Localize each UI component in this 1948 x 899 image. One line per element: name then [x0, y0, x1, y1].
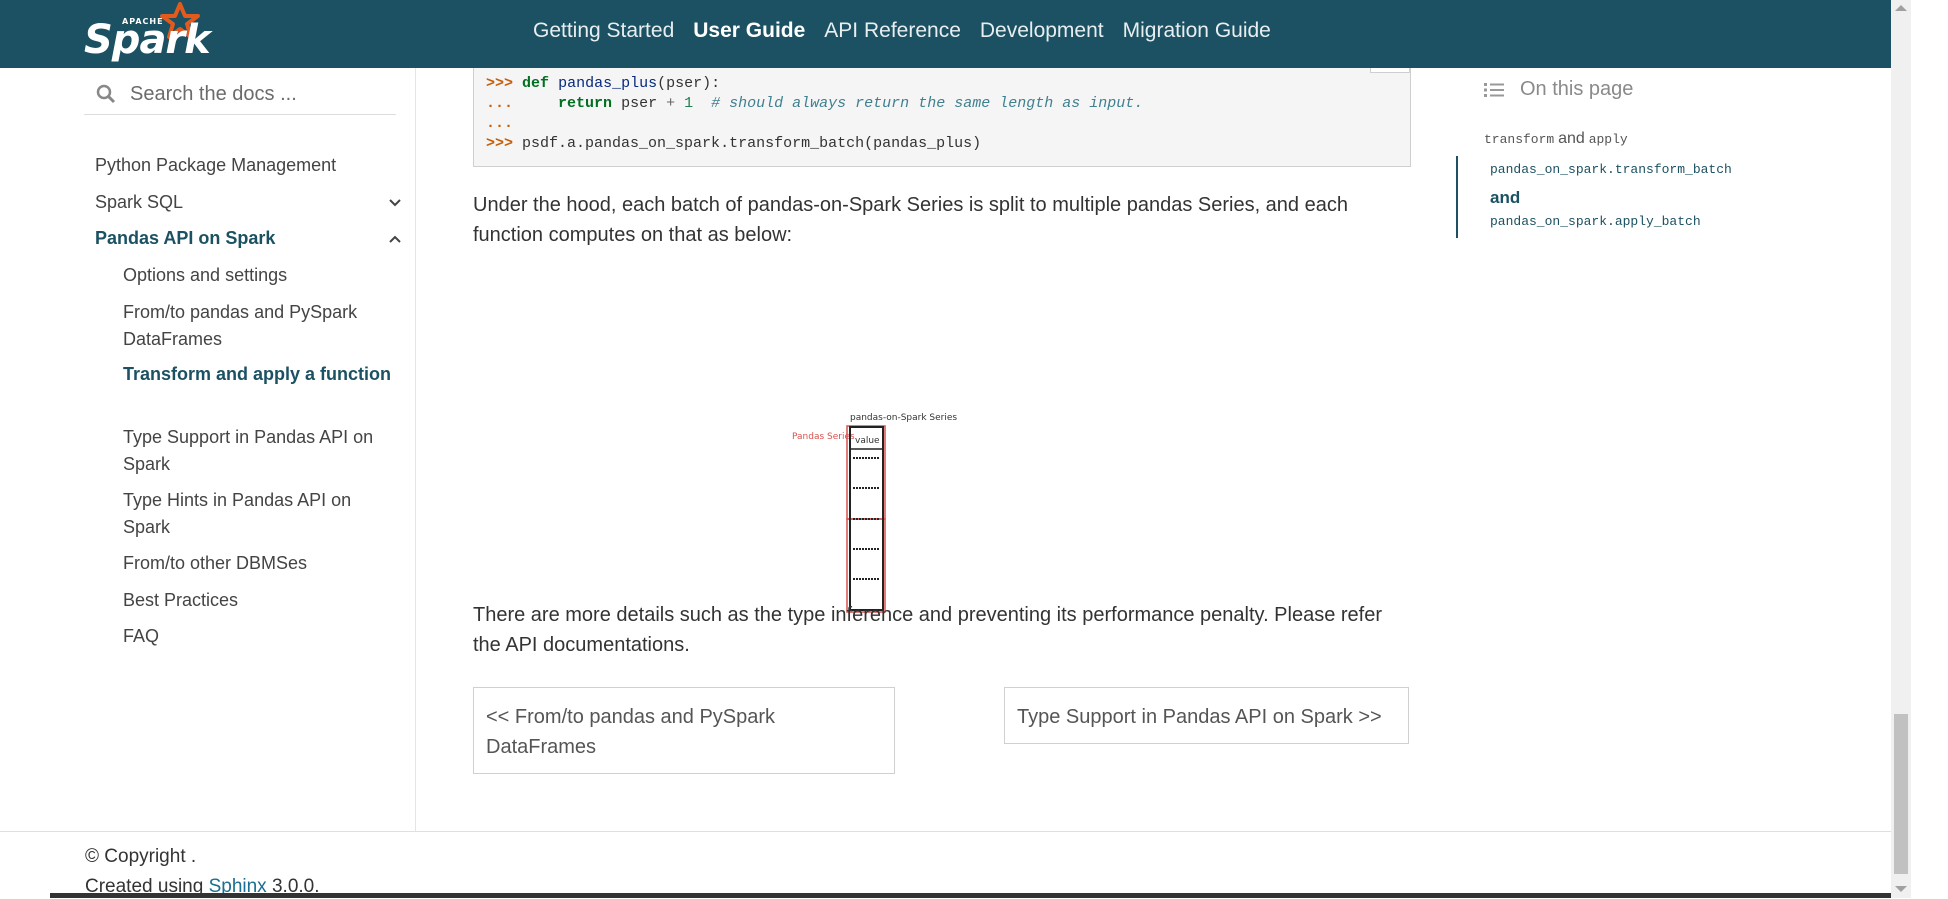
code-line-4: >>> psdf.a.pandas_on_spark.transform_bat… — [486, 135, 982, 152]
sidebar-item-spark-sql[interactable]: Spark SQL — [95, 189, 395, 216]
list-icon — [1484, 82, 1504, 97]
sidebar-item-options-and-settings[interactable]: Options and settings — [123, 262, 393, 289]
page-scrollbar[interactable] — [1891, 0, 1911, 898]
code-line-1: >>> def pandas_plus(pser): — [486, 75, 721, 92]
sidebar-item-type-support[interactable]: Type Support in Pandas API on Spark — [123, 424, 393, 478]
top-navbar: APACHE Spark Getting Started User Guide … — [0, 0, 1891, 68]
paragraph-more-details: There are more details such as the type … — [473, 604, 1383, 656]
scroll-thumb[interactable] — [1894, 714, 1908, 874]
nav-api-reference[interactable]: API Reference — [824, 18, 961, 44]
nav-migration-guide[interactable]: Migration Guide — [1123, 18, 1271, 44]
toc-item-transform-and-apply[interactable]: transform and apply — [1484, 130, 1628, 148]
sidebar-item-best-practices[interactable]: Best Practices — [123, 587, 393, 614]
on-this-page-toc: On this page transform and apply pandas_… — [1456, 68, 1756, 248]
search-box[interactable] — [84, 74, 396, 115]
search-icon — [96, 84, 116, 104]
sidebar-item-faq[interactable]: FAQ — [123, 623, 393, 650]
sidebar-item-type-hints[interactable]: Type Hints in Pandas API on Spark — [123, 487, 393, 541]
toc-and: and — [1490, 188, 1521, 207]
spark-logo[interactable]: APACHE Spark — [84, 2, 211, 64]
nav-user-guide[interactable]: User Guide — [693, 18, 805, 44]
sidebar-item-from-to-pandas[interactable]: From/to pandas and PySpark DataFrames — [123, 299, 393, 353]
copy-button[interactable] — [1370, 68, 1410, 73]
code-line-3: ... — [486, 115, 514, 132]
logo-spark-text: Spark — [84, 17, 211, 63]
scroll-up-arrow-icon[interactable] — [1895, 5, 1907, 11]
main-nav: Getting Started User Guide API Reference… — [533, 18, 1290, 44]
sidebar-item-other-dbmses[interactable]: From/to other DBMSes — [123, 550, 393, 577]
nav-getting-started[interactable]: Getting Started — [533, 18, 674, 44]
figure-column-label: value — [855, 436, 880, 446]
copyright-text: © Copyright . — [85, 846, 197, 867]
nav-development[interactable]: Development — [980, 18, 1104, 44]
code-line-2: ... return pser + 1 # should always retu… — [486, 95, 1144, 112]
batch-split-diagram: pandas-on-Spark Series Pandas Series val… — [792, 413, 957, 613]
prev-page-button[interactable]: << From/to pandas and PySpark DataFrames — [473, 687, 895, 774]
toc-heading: On this page — [1484, 78, 1633, 101]
code-block: >>> def pandas_plus(pser): ... return ps… — [473, 68, 1411, 167]
toc-apply-batch[interactable]: pandas_on_spark.apply_batch — [1490, 214, 1701, 229]
sidebar-item-pandas-api-on-spark[interactable]: Pandas API on Spark — [95, 225, 395, 252]
left-sidebar: Python Package Management Spark SQL Pand… — [0, 68, 416, 831]
chevron-down-icon[interactable] — [388, 198, 402, 208]
figure-side-label: Pandas Series — [792, 432, 855, 442]
scroll-down-arrow-icon[interactable] — [1895, 886, 1907, 892]
figure-title: pandas-on-Spark Series — [850, 413, 957, 423]
sidebar-item-transform-and-apply[interactable]: Transform and apply a function — [123, 361, 393, 388]
page-footer: © Copyright . Created using Sphinx 3.0.0… — [0, 831, 1891, 899]
chevron-up-icon[interactable] — [388, 234, 402, 244]
toc-transform-batch[interactable]: pandas_on_spark.transform_batch — [1490, 162, 1732, 177]
paragraph-under-the-hood: Under the hood, each batch of pandas-on-… — [473, 194, 1348, 246]
toc-heading-text: On this page — [1520, 78, 1634, 100]
sidebar-item-python-package-management[interactable]: Python Package Management — [95, 152, 395, 179]
next-page-button[interactable]: Type Support in Pandas API on Spark >> — [1004, 687, 1409, 744]
bottom-bar — [50, 893, 1891, 898]
toc-item-batch[interactable]: pandas_on_spark.transform_batch and pand… — [1456, 156, 1732, 238]
search-input[interactable] — [128, 81, 392, 107]
